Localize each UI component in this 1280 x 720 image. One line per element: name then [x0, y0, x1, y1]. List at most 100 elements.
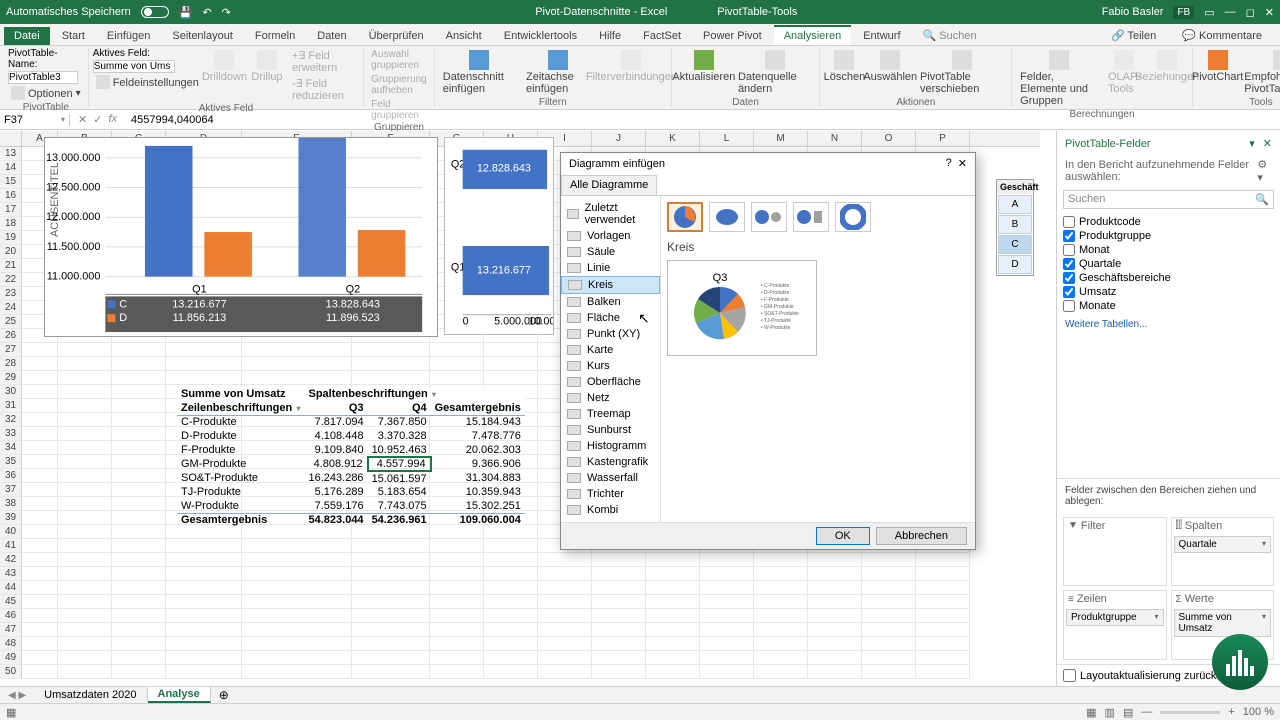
field-label[interactable]: Geschäftsbereiche	[1079, 272, 1171, 284]
autosave-toggle[interactable]	[141, 6, 169, 18]
row-header[interactable]: 29	[0, 371, 22, 385]
recommended-pivots-button[interactable]: Empfohlene PivotTables	[1240, 48, 1280, 97]
more-tables-link[interactable]: Weitere Tabellen...	[1057, 315, 1280, 334]
options-button[interactable]: Optionen ▾	[8, 85, 84, 102]
fieldsettings-button[interactable]: Feldeinstellungen	[93, 74, 202, 91]
fx-icon[interactable]: fx	[108, 113, 117, 126]
columns-area[interactable]: ⫿⫿ Spalten Quartale	[1171, 517, 1275, 587]
view-normal-icon[interactable]: ▦	[1086, 706, 1096, 719]
chart-type-item[interactable]: Kurs	[561, 358, 660, 374]
window-mode-icon[interactable]: ▭	[1204, 6, 1214, 19]
pivot-table[interactable]: Summe von UmsatzSpaltenbeschriftungen ▾Z…	[177, 387, 525, 527]
row-header[interactable]: 21	[0, 259, 22, 273]
row-header[interactable]: 37	[0, 483, 22, 497]
tab-powerpivot[interactable]: Power Pivot	[693, 27, 772, 45]
zoom-slider[interactable]	[1160, 711, 1220, 714]
tab-insert[interactable]: Einfügen	[97, 27, 160, 45]
fieldpane-gear-icon[interactable]: ⚙ ▾	[1257, 158, 1272, 184]
chart-type-item[interactable]: Trichter	[561, 486, 660, 502]
clear-button[interactable]: Löschen	[824, 48, 864, 85]
row-header[interactable]: 41	[0, 539, 22, 553]
pivotchart-button[interactable]: PivotChart	[1197, 48, 1238, 85]
row-header[interactable]: 50	[0, 665, 22, 679]
row-header[interactable]: 44	[0, 581, 22, 595]
maximize-icon[interactable]: ◻	[1246, 6, 1255, 19]
undo-icon[interactable]: ↶	[202, 6, 211, 19]
tab-analyze[interactable]: Analysieren	[774, 25, 851, 45]
slicer[interactable]: Geschäft ABCD	[996, 179, 1034, 276]
chart-type-item[interactable]: Oberfläche	[561, 374, 660, 390]
field-checkbox[interactable]	[1063, 258, 1075, 270]
share-button[interactable]: 🔗 Teilen	[1101, 26, 1166, 45]
row-header[interactable]: 43	[0, 567, 22, 581]
save-icon[interactable]: 💾	[179, 6, 193, 19]
dialog-cancel-button[interactable]: Abbrechen	[876, 527, 967, 545]
col-header[interactable]: K	[646, 131, 700, 146]
chart-type-item[interactable]: Kreis	[561, 276, 660, 294]
tab-devtools[interactable]: Entwicklertools	[494, 27, 587, 45]
redo-icon[interactable]: ↷	[222, 6, 231, 19]
row-header[interactable]: 31	[0, 399, 22, 413]
confirm-formula-icon[interactable]: ✓	[93, 113, 102, 126]
field-label[interactable]: Quartale	[1079, 258, 1121, 270]
select-button[interactable]: Auswählen	[866, 48, 914, 85]
insert-timeline-button[interactable]: Zeitachse einfügen	[522, 48, 594, 97]
view-pagebreak-icon[interactable]: ▤	[1123, 706, 1133, 719]
dialog-tab-all[interactable]: Alle Diagramme	[561, 175, 657, 194]
insert-slicer-button[interactable]: Datenschnitt einfügen	[439, 48, 520, 97]
pivot-name-input[interactable]	[8, 71, 78, 84]
field-label[interactable]: Produktgruppe	[1079, 230, 1151, 242]
chart-type-item[interactable]: Zuletzt verwendet	[561, 200, 660, 228]
activefield-input[interactable]	[93, 60, 175, 73]
zoom-out-icon[interactable]: —	[1141, 706, 1152, 718]
embedded-bar-chart[interactable]: ACHSENTITEL 13.000.000 12.500.000 12.000…	[44, 137, 438, 337]
row-header[interactable]: 27	[0, 343, 22, 357]
sheet-tab-2[interactable]: Analyse	[148, 687, 211, 703]
columns-item[interactable]: Quartale	[1174, 536, 1272, 553]
field-checkbox[interactable]	[1063, 230, 1075, 242]
field-label[interactable]: Monat	[1079, 244, 1110, 256]
minimize-icon[interactable]: —	[1225, 6, 1236, 18]
row-header[interactable]: 20	[0, 245, 22, 259]
tab-view[interactable]: Ansicht	[436, 27, 492, 45]
row-header[interactable]: 34	[0, 441, 22, 455]
chart-type-item[interactable]: Balken	[561, 294, 660, 310]
refresh-button[interactable]: Aktualisieren	[676, 48, 732, 85]
row-header[interactable]: 23	[0, 287, 22, 301]
user-avatar[interactable]: FB	[1173, 6, 1194, 19]
field-label[interactable]: Produktcode	[1079, 216, 1141, 228]
sheet-nav[interactable]: ◀ ▶	[0, 690, 34, 701]
field-checkbox[interactable]	[1063, 300, 1075, 312]
chart-type-item[interactable]: Vorlagen	[561, 228, 660, 244]
cancel-formula-icon[interactable]: ✕	[78, 113, 87, 126]
chart-type-item[interactable]: Histogramm	[561, 438, 660, 454]
filter-area[interactable]: ▼ Filter	[1063, 517, 1167, 587]
dialog-help-icon[interactable]: ?	[946, 157, 952, 170]
row-header[interactable]: 26	[0, 329, 22, 343]
field-checkbox[interactable]	[1063, 244, 1075, 256]
chart-type-item[interactable]: Sunburst	[561, 422, 660, 438]
tab-formulas[interactable]: Formeln	[245, 27, 305, 45]
row-header[interactable]: 35	[0, 455, 22, 469]
chart-type-item[interactable]: Säule	[561, 244, 660, 260]
fieldpane-close-icon[interactable]: ✕	[1263, 137, 1272, 150]
field-checkbox[interactable]	[1063, 286, 1075, 298]
row-header[interactable]: 32	[0, 413, 22, 427]
sheet-tab-1[interactable]: Umsatzdaten 2020	[34, 688, 147, 702]
col-header[interactable]: J	[592, 131, 646, 146]
pie-subtype-doughnut[interactable]	[835, 202, 871, 232]
row-header[interactable]: 13	[0, 147, 22, 161]
zoom-in-icon[interactable]: +	[1228, 706, 1234, 718]
row-header[interactable]: 18	[0, 217, 22, 231]
field-checkbox[interactable]	[1063, 272, 1075, 284]
dialog-close-icon[interactable]: ✕	[958, 157, 967, 170]
slicer-item[interactable]: A	[998, 195, 1032, 214]
pie-subtype-2d[interactable]	[667, 202, 703, 232]
close-window-icon[interactable]: ✕	[1265, 6, 1274, 19]
field-label[interactable]: Monate	[1079, 300, 1116, 312]
tab-start[interactable]: Start	[52, 27, 95, 45]
fields-items-button[interactable]: Felder, Elemente und Gruppen	[1016, 48, 1102, 109]
tab-data[interactable]: Daten	[307, 27, 356, 45]
name-box[interactable]: F37	[0, 114, 70, 126]
col-header[interactable]: M	[754, 131, 808, 146]
